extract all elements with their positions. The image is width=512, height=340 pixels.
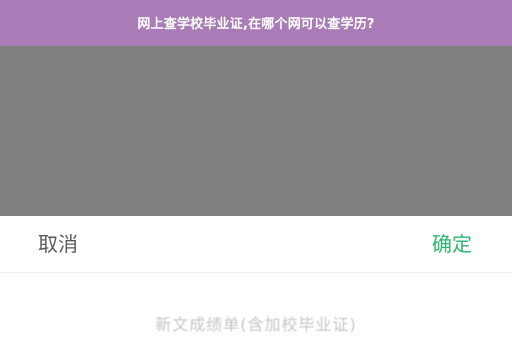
picker-toolbar: 取消 确定 — [0, 216, 512, 272]
banner-title: 网上查学校毕业证,在哪个网可以查学历? — [137, 16, 375, 32]
picker-sheet: 取消 确定 新文成绩单(含加校毕业证) — [0, 216, 512, 340]
confirm-button[interactable]: 确定 — [432, 230, 472, 258]
cancel-button[interactable]: 取消 — [38, 230, 78, 258]
picker-option[interactable]: 新文成绩单(含加校毕业证) — [0, 311, 512, 335]
picker-wheel[interactable]: 新文成绩单(含加校毕业证) — [0, 273, 512, 340]
title-banner: 网上查学校毕业证,在哪个网可以查学历? — [0, 0, 512, 46]
dim-overlay[interactable] — [0, 46, 512, 216]
